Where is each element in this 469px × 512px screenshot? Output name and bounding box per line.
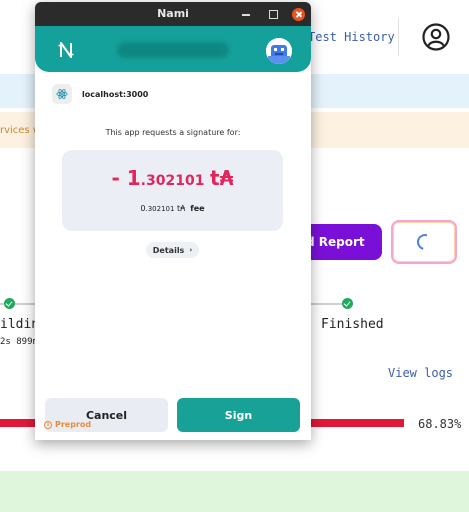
check-icon <box>342 298 353 309</box>
network-badge: i Preprod <box>44 420 91 429</box>
progress-percent: 68.83% <box>418 417 462 431</box>
signature-request-text: This app requests a signature for: <box>105 128 241 137</box>
amount-unit: t₳ <box>210 166 234 190</box>
avatar[interactable] <box>266 38 292 64</box>
step-connector <box>311 303 342 305</box>
minimize-icon[interactable] <box>240 8 252 20</box>
check-icon <box>4 298 15 309</box>
loading-button[interactable] <box>391 220 457 264</box>
details-button[interactable]: Details › <box>146 242 199 258</box>
maximize-icon[interactable] <box>267 8 279 20</box>
chevron-right-icon: › <box>189 246 193 254</box>
network-label: Preprod <box>55 420 92 429</box>
close-icon[interactable] <box>292 8 305 21</box>
avatar-icon <box>266 38 292 64</box>
account-name-redacted <box>117 42 229 58</box>
amount-decimals: .302101 <box>140 173 205 189</box>
nami-window: Nami localhost:3000 This app requests a … <box>35 2 311 440</box>
amount-sign: - <box>111 166 127 190</box>
origin-row: localhost:3000 <box>52 84 148 104</box>
step-building-duration: 2s 899m <box>0 337 38 347</box>
transaction-amount: - 1.302101 t₳ <box>62 166 283 190</box>
info-icon: i <box>44 420 52 429</box>
react-favicon-icon <box>52 84 72 104</box>
test-history-link[interactable]: Test History <box>308 30 395 44</box>
view-logs-link[interactable]: View logs <box>388 366 453 380</box>
nami-logo-icon <box>58 42 74 58</box>
fee-decimals: .302101 <box>145 205 175 213</box>
fee-unit: t₳ <box>177 204 186 213</box>
window-titlebar[interactable]: Nami <box>35 2 311 26</box>
origin-url: localhost:3000 <box>82 89 149 99</box>
wallet-header <box>35 26 311 72</box>
fee-label: fee <box>190 204 205 213</box>
sign-button[interactable]: Sign <box>177 398 300 432</box>
account-circle-icon[interactable] <box>421 22 451 52</box>
header-divider <box>398 18 399 56</box>
spinner-icon <box>414 231 436 253</box>
results-panel <box>0 471 469 512</box>
amount-integer: 1 <box>126 166 141 190</box>
amount-card: - 1.302101 t₳ 0.302101 t₳ fee <box>62 150 283 231</box>
step-building-label: ildin <box>0 317 40 332</box>
step-finished-label: Finished <box>321 317 384 332</box>
details-label: Details <box>152 245 185 255</box>
step-connector <box>15 303 35 305</box>
fee-row: 0.302101 t₳ fee <box>62 204 283 213</box>
